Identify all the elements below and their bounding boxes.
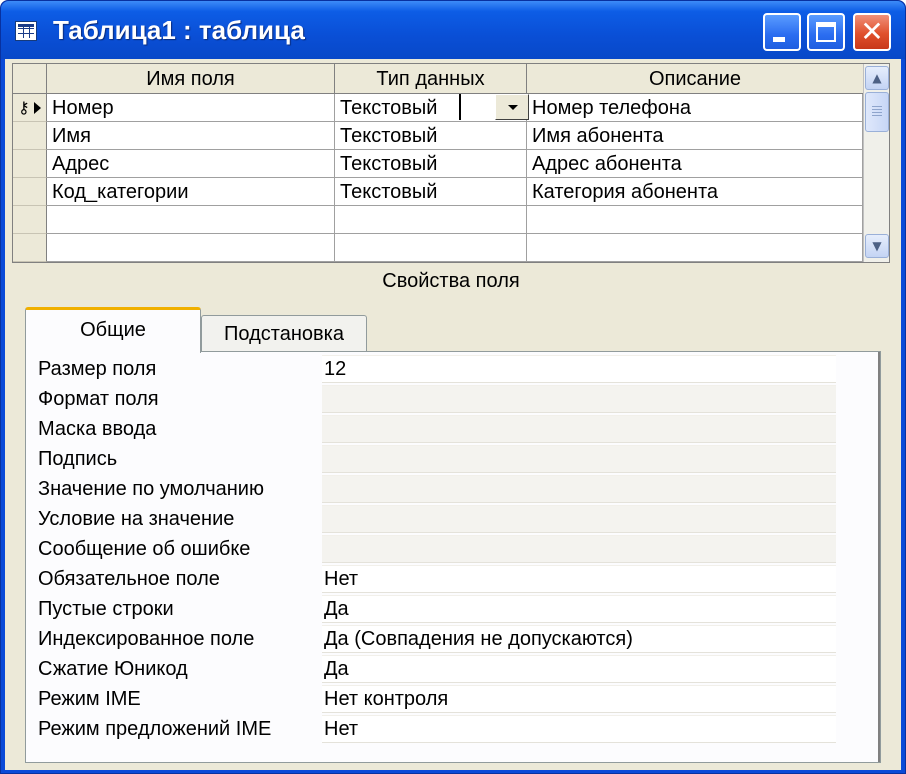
data-type-cell[interactable]: Текстовый (335, 178, 527, 206)
description-cell[interactable] (527, 234, 863, 262)
property-value-field[interactable]: Нет (322, 715, 836, 743)
table-icon[interactable] (15, 21, 37, 41)
property-label: Сообщение об ошибке (38, 538, 251, 560)
property-label: Обязательное поле (38, 568, 220, 590)
row-selector[interactable] (13, 234, 47, 262)
property-row: Маска ввода (26, 414, 882, 444)
field-name-cell[interactable]: Номер (47, 94, 335, 122)
row-selector[interactable] (13, 150, 47, 178)
property-row: Сообщение об ошибке (26, 534, 882, 564)
chevron-down-icon: ▼ (872, 239, 882, 253)
property-value-field[interactable] (322, 475, 836, 503)
data-type-cell[interactable] (335, 206, 527, 234)
property-row: Обязательное поле Нет (26, 564, 882, 594)
grid-vertical-scrollbar[interactable]: ▲ ▼ (863, 64, 889, 262)
general-properties-panel: Размер поля 12 Формат поля Маска ввода П… (25, 351, 881, 763)
field-name-cell[interactable] (47, 206, 335, 234)
property-value-field[interactable] (322, 505, 836, 533)
maximize-button[interactable] (807, 13, 845, 51)
row-selector[interactable] (13, 178, 47, 206)
data-type-cell[interactable]: Текстовый (335, 122, 527, 150)
tab-lookup[interactable]: Подстановка (201, 315, 367, 353)
property-value-field[interactable]: 12 (322, 355, 836, 383)
table-design-window: Таблица1 : таблица ✕ Имя поля Тип данных… (0, 0, 906, 774)
field-properties-heading: Свойства поля (382, 270, 520, 292)
window-title: Таблица1 : таблица (53, 15, 305, 45)
scroll-thumb[interactable] (865, 92, 889, 132)
primary-key-icon: ⚷ (17, 98, 43, 118)
close-button[interactable]: ✕ (853, 13, 891, 51)
property-label: Сжатие Юникод (38, 658, 188, 680)
property-label: Индексированное поле (38, 628, 255, 650)
property-label: Пустые строки (38, 598, 174, 620)
data-type-cell[interactable]: Текстовый (335, 150, 527, 178)
property-value-field[interactable] (322, 535, 836, 563)
description-cell[interactable] (527, 206, 863, 234)
property-row: Режим IME Нет контроля (26, 684, 882, 714)
property-label: Маска ввода (38, 418, 157, 440)
minimize-button[interactable] (763, 13, 801, 51)
field-name-cell[interactable] (47, 234, 335, 262)
row-selector[interactable] (13, 122, 47, 150)
key-icon: ⚷ (18, 98, 30, 117)
grid-corner[interactable] (13, 64, 47, 94)
description-cell[interactable]: Номер телефона (527, 94, 863, 122)
property-value-field[interactable]: Нет (322, 565, 836, 593)
title-bar[interactable]: Таблица1 : таблица ✕ (1, 1, 905, 59)
property-label: Режим IME (38, 688, 141, 710)
data-type-cell[interactable] (335, 234, 527, 262)
property-row: Значение по умолчанию (26, 474, 882, 504)
description-cell[interactable]: Имя абонента (527, 122, 863, 150)
field-design-grid: Имя поля Тип данных Описание ⚷ Номер Тек… (12, 63, 890, 263)
property-value-field[interactable]: Да (Совпадения не допускаются) (322, 625, 836, 653)
minimize-icon (773, 37, 785, 42)
field-name-cell[interactable]: Адрес (47, 150, 335, 178)
property-value-field[interactable]: Нет контроля (322, 685, 836, 713)
chevron-up-icon: ▲ (872, 71, 882, 85)
column-header-data-type[interactable]: Тип данных (335, 64, 527, 94)
data-type-dropdown-button[interactable] (495, 94, 529, 120)
property-row: Сжатие Юникод Да (26, 654, 882, 684)
property-row: Размер поля 12 (26, 354, 882, 384)
property-value-field[interactable] (322, 445, 836, 473)
row-selector[interactable] (13, 206, 47, 234)
property-row: Режим предложений IME Нет (26, 714, 882, 744)
scroll-down-button[interactable]: ▼ (865, 234, 889, 258)
panel-divider (878, 352, 880, 762)
maximize-icon (816, 22, 836, 42)
column-header-description[interactable]: Описание (527, 64, 863, 94)
property-row: Условие на значение (26, 504, 882, 534)
description-cell[interactable]: Категория абонента (527, 178, 863, 206)
property-row: Пустые строки Да (26, 594, 882, 624)
field-name-cell[interactable]: Имя (47, 122, 335, 150)
close-icon: ✕ (860, 15, 884, 48)
field-name-cell[interactable]: Код_категории (47, 178, 335, 206)
property-label: Подпись (38, 448, 118, 470)
row-selector[interactable]: ⚷ (13, 94, 47, 122)
column-header-field-name[interactable]: Имя поля (47, 64, 335, 94)
property-label: Значение по умолчанию (38, 478, 264, 500)
current-row-indicator-icon (34, 102, 41, 114)
property-value-field[interactable] (322, 385, 836, 413)
property-row: Формат поля (26, 384, 882, 414)
property-label: Формат поля (38, 388, 159, 410)
property-label: Режим предложений IME (38, 718, 272, 740)
description-cell[interactable]: Адрес абонента (527, 150, 863, 178)
property-value-field[interactable] (322, 415, 836, 443)
property-value-field[interactable]: Да (322, 595, 836, 623)
data-type-dropdown-field[interactable] (459, 94, 495, 120)
tab-general[interactable]: Общие (25, 307, 201, 353)
property-label: Условие на значение (38, 508, 235, 530)
scroll-up-button[interactable]: ▲ (865, 66, 889, 90)
property-label: Размер поля (38, 358, 157, 380)
property-row: Подпись (26, 444, 882, 474)
property-row: Индексированное поле Да (Совпадения не д… (26, 624, 882, 654)
window-client-area: Имя поля Тип данных Описание ⚷ Номер Тек… (5, 59, 901, 770)
property-value-field[interactable]: Да (322, 655, 836, 683)
